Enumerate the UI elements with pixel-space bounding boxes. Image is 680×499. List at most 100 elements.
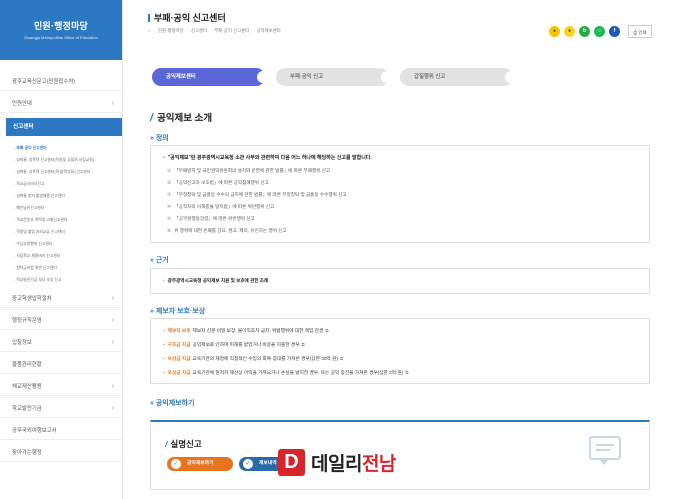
sidebar-item-label: 민원안내	[12, 101, 32, 107]
chevron-right-icon: ›	[111, 100, 114, 107]
report-box-title: / 실명신고	[165, 439, 202, 449]
kakao-talk-icon[interactable]: ●	[564, 26, 575, 37]
slash-accent-icon: /	[165, 439, 168, 449]
sidebar: 민원·행정마당 Gwangju Metropolitan Office of E…	[0, 0, 166, 499]
basis-heading: » 근거	[150, 257, 169, 264]
sidebar-item-label: 중고학생입학절차	[12, 296, 52, 302]
sidebar-sub-item[interactable]: - 수능부정행위 신고센터	[14, 238, 118, 250]
bullet-icon: •	[163, 328, 165, 333]
check-icon: ✓	[171, 459, 181, 469]
page-title: 부패·공익 신고센터	[148, 11, 226, 24]
definition-heading: » 정의	[150, 135, 169, 142]
sidebar-sub-item[interactable]: - 성희롱, 성폭력 신고센터(직원및 공립외 사립교원)	[14, 154, 118, 166]
breadcrumb: ⌂ 민원·행정마당 신고센터 부패·공익 신고센터 공익제보센터	[148, 28, 287, 34]
sidebar-item-travel-report[interactable]: 공무국외여행보고서	[0, 422, 122, 440]
sidebar-item-civil-guide[interactable]: 민원안내 ›	[0, 95, 122, 113]
sidebar-item-label: 광주교육신문고(민원접수처)	[12, 79, 76, 85]
breadcrumb-item[interactable]: 민원·행정마당	[158, 28, 184, 33]
home-icon[interactable]: ⌂	[148, 28, 151, 33]
tab-public-interest-center[interactable]: 공익제보센터	[152, 68, 269, 86]
definition-box: • "공익제보"란 광주광역시교육청 소관 사무와 관련하여 다음 어느 하나에 …	[150, 145, 650, 243]
protection-item: • 제보자 보호 제보자 신분 비밀 보장, 불이익조치 금지, 위법행위에 대한 …	[163, 328, 329, 333]
sidebar-item-fund[interactable]: 학교발전기금 ›	[0, 400, 122, 418]
sidebar-item-sinmungo[interactable]: 광주교육신문고(민원접수처)	[0, 73, 122, 91]
protection-item: • 보상금 지급 교육기관의 재정에 직접적인 수입의 회복·증대를 가져온 경우(…	[163, 356, 344, 361]
protection-item: • 포상금 지급 교육기관에 현저히 재산상 이익을 가져오거나 손실을 방지한 경…	[163, 370, 409, 375]
section-title: / 공익제보 소개	[150, 112, 213, 124]
breadcrumb-item[interactable]: 공익제보센터	[256, 28, 280, 33]
sidebar-item-label: 체교재산활용	[12, 384, 42, 390]
sidebar-item-report-center[interactable]: 신고센터 ∨	[6, 118, 166, 136]
brand-header[interactable]: 민원·행정마당 Gwangju Metropolitan Office of E…	[0, 0, 122, 60]
bullet-icon: •	[163, 370, 165, 375]
external-link-icon[interactable]: ⧉	[302, 342, 305, 347]
external-link-icon[interactable]: ⧉	[340, 356, 343, 361]
definition-item: ⑥위 행위에 대한 은폐를 강요, 권고, 제의, 유인하는 행위 신고	[167, 228, 287, 233]
sidebar-item-bid-info[interactable]: 입찰정보 ›	[0, 334, 122, 352]
chevron-right-icon: ›	[111, 295, 114, 302]
sidebar-item-goods[interactable]: 물품관리현황	[0, 356, 122, 374]
sidebar-item-property[interactable]: 체교재산활용 ›	[0, 378, 122, 396]
sidebar-sub-item[interactable]: - 부패·공익 신고센터	[14, 142, 118, 154]
sidebar-sub-item[interactable]: - 사립학교 채용비리 신고센터	[14, 250, 118, 262]
sidebar-item-visit-admin[interactable]: 찾아가는행정	[0, 444, 122, 462]
news-logo: D	[278, 449, 305, 476]
protection-heading: » 제보자 보호·보상	[150, 308, 206, 315]
check-icon: ✓	[243, 459, 253, 469]
title-accent-bar	[148, 14, 150, 22]
bullet-icon: •	[163, 278, 165, 283]
line-icon[interactable]: ○	[594, 26, 605, 37]
slash-accent-icon: /	[150, 112, 154, 124]
breadcrumb-item[interactable]: 신고센터	[191, 28, 207, 33]
speech-bubble-icon	[589, 436, 621, 465]
kakao-story-icon[interactable]: ●	[549, 26, 560, 37]
external-link-icon[interactable]: ⧉	[325, 328, 328, 333]
sidebar-sub-item[interactable]: - 청탁금지법 위반 신고센터	[14, 262, 118, 274]
sidebar-item-label: 행정규칙운영	[12, 318, 42, 324]
definition-item: ① 「부패방지 및 국민권익위원회의 설치와 운영에 관한 법률」에 따른 부패행…	[167, 168, 331, 173]
print-button[interactable]: ⎙ 인쇄	[628, 25, 652, 38]
basis-box: • 광주광역시교육청 공익제보 지원 및 보호에 관한 조례	[150, 268, 650, 294]
tab-label: 갑질행위 신고	[414, 74, 446, 80]
protection-item: • 구조금 지급 공익제보로 인하여 피해를 받았거나 비용을 지출한 경우 ⧉	[163, 342, 305, 347]
external-link-icon[interactable]: ⧉	[405, 370, 408, 375]
sidebar-item-label: 학교발전기금	[12, 406, 42, 412]
sidebar-item-label: 찾아가는행정	[12, 450, 42, 456]
real-name-report-box: / 실명신고 ✓ 공익제보하기 ✓ 제보내역	[150, 420, 650, 490]
news-brand-text: 데일리전남	[311, 454, 396, 475]
bullet-icon: •	[163, 356, 165, 361]
chevron-right-icon: ›	[111, 383, 114, 390]
brand-subtitle: Gwangju Metropolitan Office of Education	[24, 35, 98, 40]
sidebar-sub-item[interactable]: - 학원및 불법 과외교습 신고센터	[14, 226, 118, 238]
bullet-icon: •	[163, 155, 165, 161]
definition-item: ③ 「부정청탁 및 금품등 수수의 금지에 관한 법률」에 따른 부정청탁 및 금…	[167, 192, 347, 197]
definition-lead: • "공익제보"란 광주광역시교육청 소관 사무와 관련하여 다음 어느 하나에 …	[163, 155, 372, 161]
tab-label: 공익제보센터	[166, 74, 196, 80]
sidebar-sub-item[interactable]: - 성희롱 방지 불법채용 신고센터	[14, 190, 118, 202]
sidebar-sub-item[interactable]: - 성희롱, 성폭력 신고센터(학생/학부모) 신고센터	[14, 166, 118, 178]
sidebar-sub-list: - 부패·공익 신고센터 - 성희롱, 성폭력 신고센터(직원및 공립외 사립교…	[14, 142, 118, 286]
tab-power-abuse-report[interactable]: 갑질행위 신고	[400, 68, 517, 86]
tab-corruption-report[interactable]: 부패·공익 신고	[276, 68, 393, 86]
facebook-icon[interactable]: f	[609, 26, 620, 37]
chevron-right-icon: ›	[111, 339, 114, 346]
report-heading: » 공익제보하기	[150, 400, 195, 407]
sidebar-sub-item[interactable]: - 학교발전기금 부당 조성 신고	[14, 274, 118, 286]
basis-text[interactable]: • 광주광역시교육청 공익제보 지원 및 보호에 관한 조례	[163, 278, 268, 284]
sidebar-sub-item[interactable]: - 학교급식비리신고	[14, 178, 118, 190]
sidebar-item-label: 공무국외여행보고서	[12, 428, 57, 434]
print-icon: ⎙	[633, 30, 638, 35]
tab-dot-icon	[505, 71, 517, 83]
submit-report-button[interactable]: ✓ 공익제보하기	[167, 457, 233, 471]
bullet-icon: •	[163, 342, 165, 347]
sidebar-item-admission[interactable]: 중고학생입학절차 ›	[0, 290, 122, 308]
sidebar-item-admin-rules[interactable]: 행정규칙운영 ›	[0, 312, 122, 330]
breadcrumb-item[interactable]: 부패·공익 신고센터	[214, 28, 249, 33]
tab-dot-icon	[257, 71, 269, 83]
brand-title: 민원·행정마당	[33, 21, 89, 31]
sidebar-sub-item[interactable]: - 예산낭비신고센터	[14, 202, 118, 214]
tab-dot-icon	[381, 71, 393, 83]
band-icon[interactable]: b	[579, 26, 590, 37]
sidebar-sub-item[interactable]: - 학교운동부 폭력및 고충신고센터	[14, 214, 118, 226]
definition-item: ④ 「공직자의 이해충돌 방지법」에 따른 위반행위 신고	[167, 204, 275, 209]
